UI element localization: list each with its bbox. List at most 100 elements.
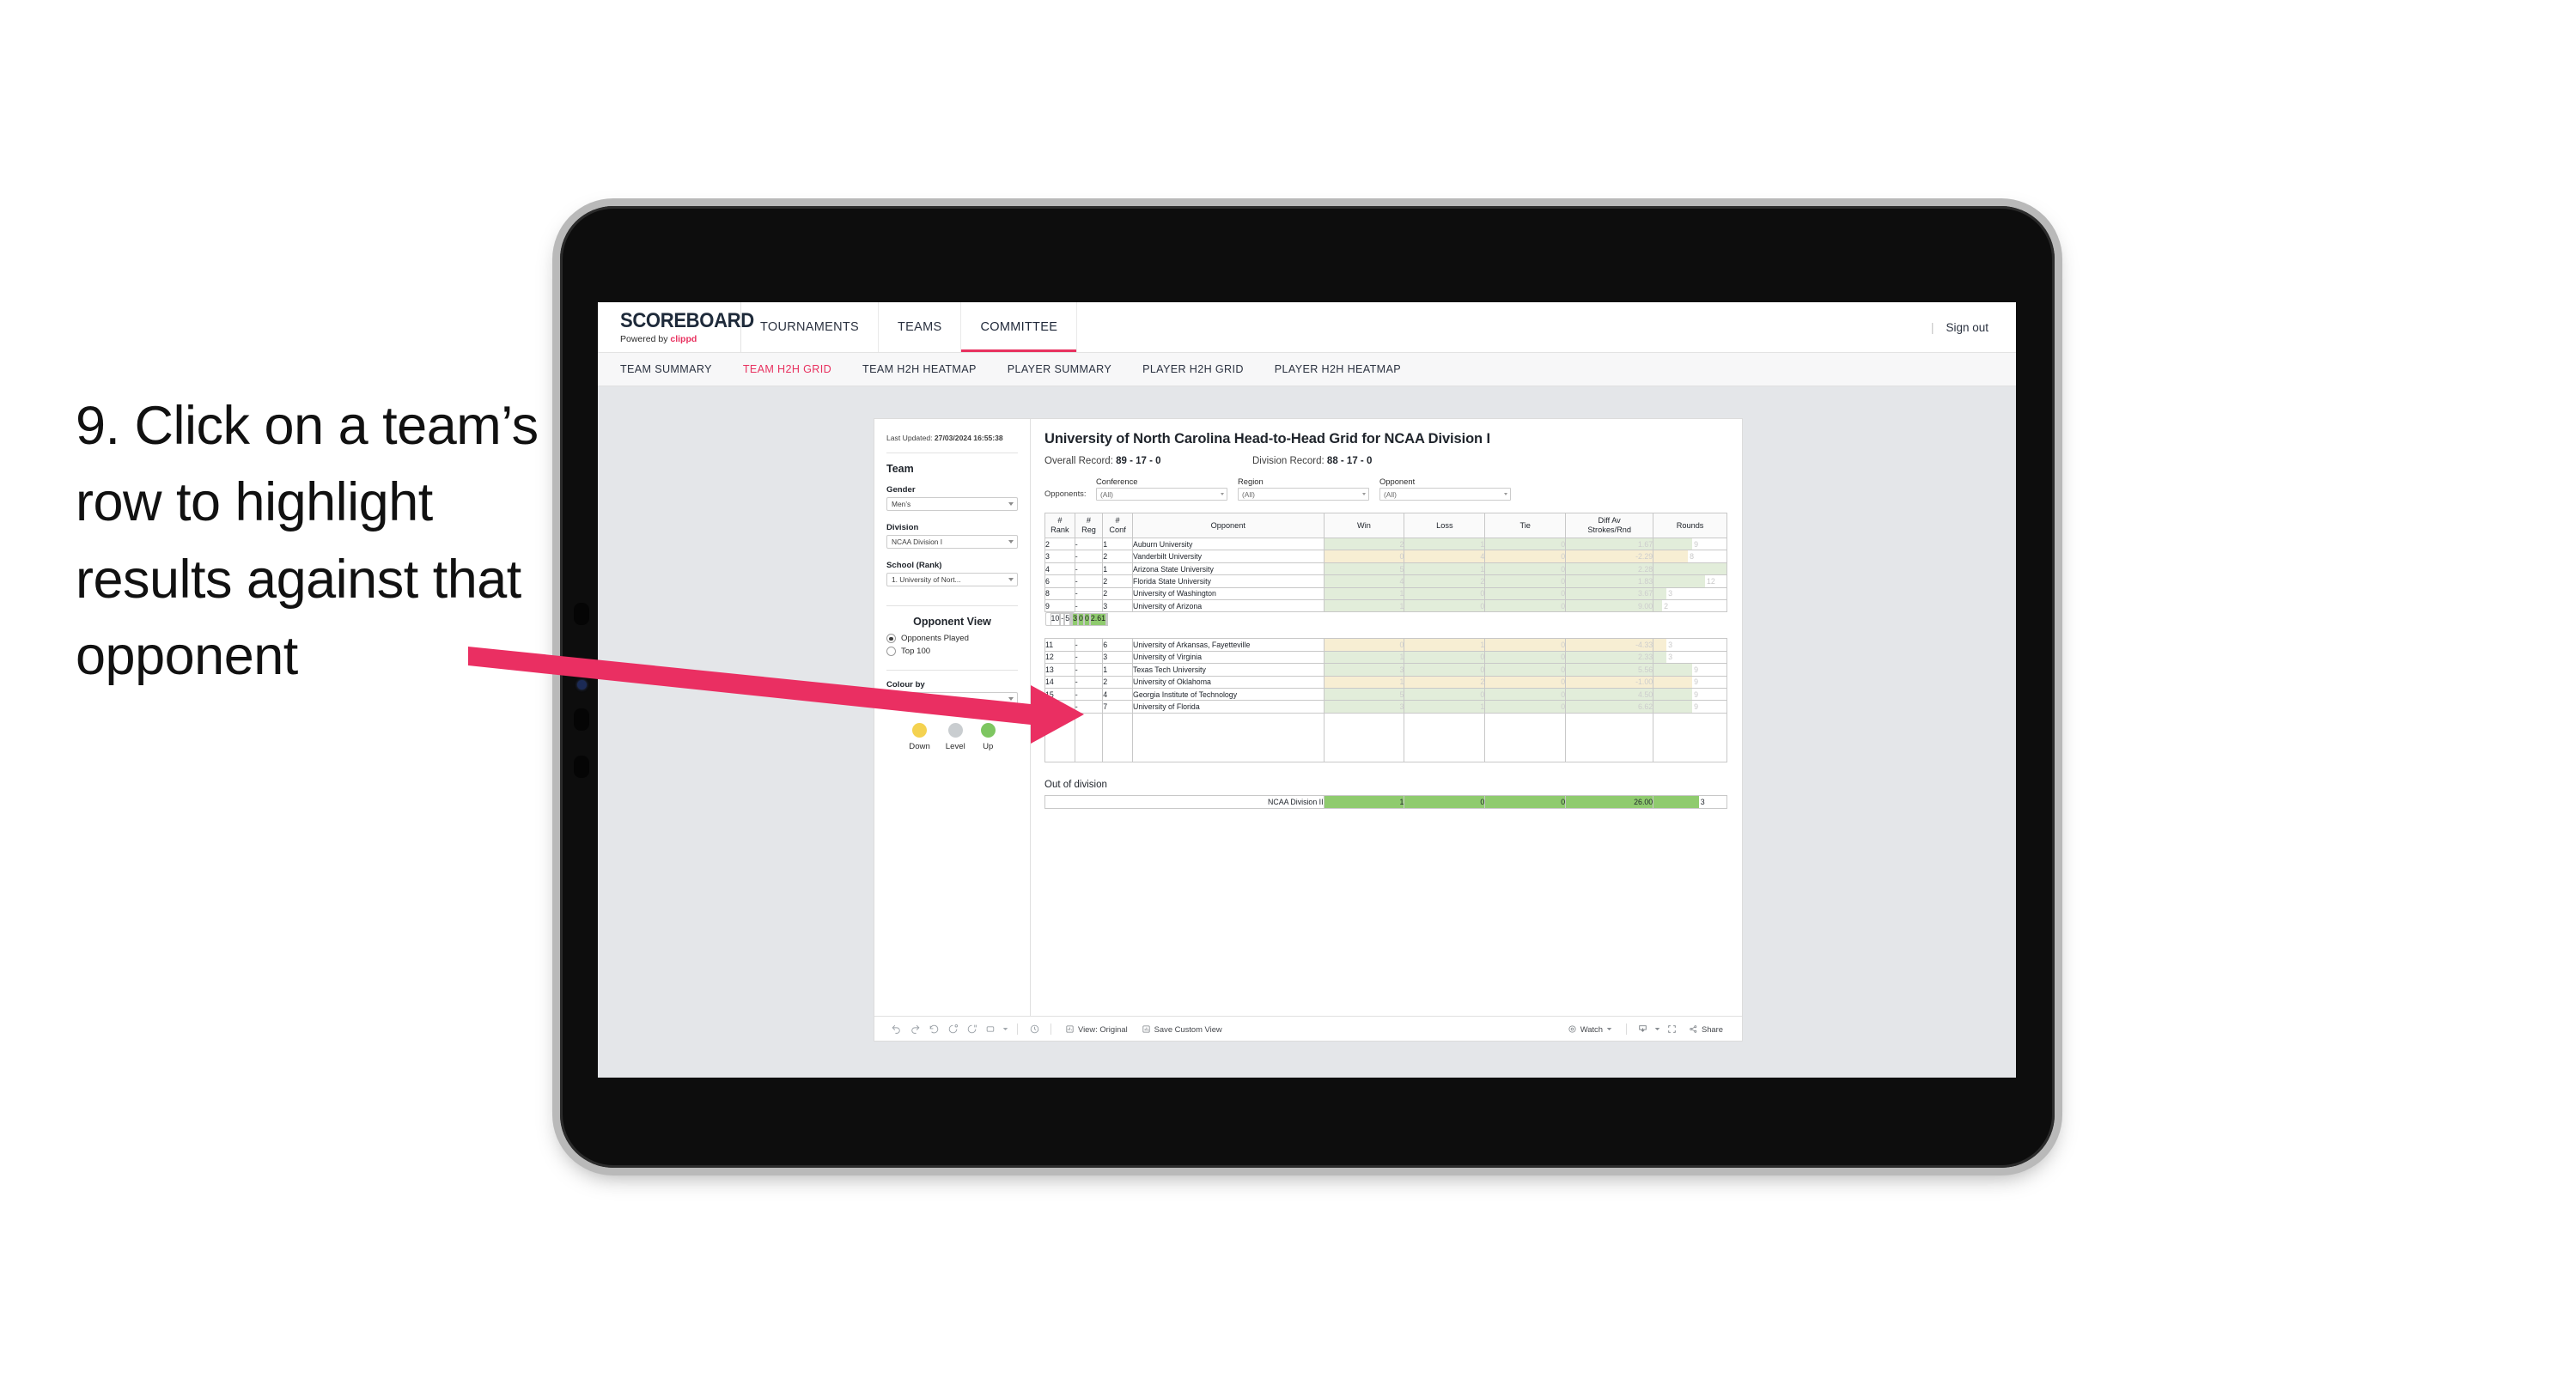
tab-team-h2h-grid[interactable]: TEAM H2H GRID	[743, 363, 831, 375]
view-original-button[interactable]: View: Original	[1058, 1024, 1135, 1034]
gender-select[interactable]: Men’s	[886, 497, 1018, 512]
tab-team-h2h-heatmap[interactable]: TEAM H2H HEATMAP	[862, 363, 977, 375]
table-row[interactable]: 2-1 Auburn University 2 1 0 1.67 9	[1044, 538, 1727, 551]
cell-diff: -1.00	[1565, 675, 1654, 689]
col-diff: Diff Av Strokes/Rnd	[1565, 512, 1654, 539]
table-row[interactable]: 6-2 Florida State University 4 2 0 1.83 12	[1044, 574, 1727, 588]
gender-label: Gender	[886, 485, 916, 495]
save-custom-view-label: Save Custom View	[1154, 1024, 1222, 1034]
cell-loss: 1	[1404, 562, 1486, 576]
clock-icon[interactable]	[1025, 1019, 1044, 1038]
chevron-down-icon[interactable]	[1653, 1019, 1663, 1038]
legend-dot-down	[912, 723, 928, 738]
filter-opponent-select[interactable]: (All)	[1379, 488, 1511, 501]
cell-rank: 9	[1044, 599, 1075, 613]
rect-select-icon[interactable]	[981, 1019, 1000, 1038]
logo-tagline-brand: clippd	[670, 333, 697, 344]
col-opponent: Opponent	[1131, 512, 1325, 539]
download-icon[interactable]	[1634, 1019, 1653, 1038]
app-logo[interactable]: SCOREBOARD Powered by clippd	[598, 302, 754, 352]
toolbar-divider-1	[1017, 1023, 1018, 1035]
table-row[interactable]: 8-2 University of Washington 1 0 0 3.67 3	[1044, 586, 1727, 601]
filters-sidebar: Last Updated: 27/03/2024 16:55:38 Team G…	[874, 419, 1031, 1016]
table-row[interactable]: 9-3 University of Arizona 1 0 0 9.00 2	[1044, 599, 1727, 613]
filter-conference: Conference (All)	[1096, 477, 1227, 501]
refresh-icon[interactable]	[943, 1019, 962, 1038]
pause-icon[interactable]	[962, 1019, 981, 1038]
cell-rank: 6	[1044, 574, 1075, 588]
cell-opponent: Vanderbilt University	[1131, 550, 1325, 563]
cell-diff: -4.33	[1565, 638, 1654, 652]
table-row[interactable]: 3-2 Vanderbilt University 0 4 0 -2.29 8	[1044, 550, 1727, 563]
school-rank-select[interactable]: 1. University of Nort...	[886, 573, 1018, 587]
cell-rounds: 9	[1653, 663, 1727, 677]
cell-rounds: 9	[1653, 700, 1727, 714]
cell-rounds: 3	[1653, 586, 1727, 601]
table-row[interactable]: 4-1Arizona State University5102.2817	[1044, 562, 1727, 576]
sub-nav: TEAM SUMMARY TEAM H2H GRID TEAM H2H HEAT…	[598, 353, 2016, 386]
redo-icon[interactable]	[905, 1019, 924, 1038]
rounds-bar	[1653, 689, 1693, 700]
table-row[interactable]: 11-6 University of Arkansas, Fayetteville…	[1044, 638, 1727, 652]
cell-conf: 2	[1102, 675, 1133, 689]
radio-opponents-played-label: Opponents Played	[901, 634, 969, 644]
cell-opponent: Arizona State University	[1131, 562, 1325, 576]
overall-record-value: 89 - 17 - 0	[1116, 456, 1161, 466]
nav-item-teams[interactable]: TEAMS	[879, 302, 962, 352]
cell-conf: 4	[1102, 687, 1133, 702]
toolbar-divider-3	[1625, 1023, 1627, 1035]
table-row[interactable]: 15-4 Georgia Institute of Technology 5 0 0 4.…	[1044, 687, 1727, 702]
cell-opponent: University of Arkansas, Fayetteville	[1131, 638, 1325, 652]
cell-rounds: 8	[1653, 550, 1727, 563]
out-of-division-title: Out of division	[1044, 779, 1107, 790]
tab-player-summary[interactable]: PLAYER SUMMARY	[1008, 363, 1111, 375]
cell-diff: 2.61	[1089, 612, 1106, 627]
cell-reg: -	[1074, 687, 1104, 702]
table-row[interactable]: 13-1 Texas Tech University 3 0 0 5.56 9	[1044, 663, 1727, 677]
colour-by-select[interactable]: Win/loss	[886, 692, 1018, 707]
overall-record-label: Overall Record:	[1044, 456, 1117, 466]
filter-opponent-value: (All)	[1384, 489, 1397, 499]
table-row[interactable]: 10-5University of Alabama3002.618	[1044, 612, 1108, 627]
tab-team-summary[interactable]: TEAM SUMMARY	[620, 363, 712, 375]
cell-opponent: University of Florida	[1131, 700, 1325, 714]
cell-rounds: 8	[1105, 612, 1108, 627]
ood-cell-loss: 0	[1404, 794, 1486, 809]
legend-label-up: Up	[983, 742, 994, 752]
out-of-division-row[interactable]: NCAA Division II 1 0 0 26.00 3	[1044, 794, 1727, 809]
cell-rank: 4	[1044, 562, 1075, 576]
table-row[interactable]: 14-2 University of Oklahoma 1 2 0 -1.00 9	[1044, 675, 1727, 689]
revert-icon[interactable]	[924, 1019, 943, 1038]
cell-diff: 4.50	[1565, 687, 1654, 702]
nav-item-committee[interactable]: COMMITTEE	[961, 302, 1078, 352]
instruction-caption: 9. Click on a team’s row to highlight re…	[76, 396, 539, 687]
chevron-down-icon[interactable]	[1000, 1019, 1010, 1038]
last-updated-label: Last Updated:	[886, 434, 935, 442]
legend-label-level: Level	[945, 742, 965, 752]
app-header: SCOREBOARD Powered by clippd TOURNAMENTS…	[598, 302, 2016, 353]
filter-conference-select[interactable]: (All)	[1096, 488, 1227, 501]
watch-button[interactable]: Watch	[1561, 1024, 1619, 1034]
fullscreen-icon[interactable]	[1663, 1019, 1682, 1038]
undo-icon[interactable]	[886, 1019, 905, 1038]
grid-spacer-row	[1044, 712, 1727, 762]
filter-region-select[interactable]: (All)	[1238, 488, 1369, 501]
tab-player-h2h-grid[interactable]: PLAYER H2H GRID	[1142, 363, 1244, 375]
cell-reg: -	[1074, 574, 1104, 588]
table-row[interactable]: 16-7 University of Florida 3 1 0 6.62 9	[1044, 700, 1727, 714]
division-select[interactable]: NCAA Division I	[886, 535, 1018, 550]
chevron-down-icon	[1606, 1027, 1612, 1030]
radio-top-100-label: Top 100	[901, 647, 931, 657]
cell-opponent: University of Virginia	[1131, 650, 1325, 665]
gender-select-value: Men’s	[892, 500, 911, 509]
share-button[interactable]: Share	[1682, 1024, 1730, 1034]
radio-top-100[interactable]: Top 100	[886, 647, 1018, 657]
tab-player-h2h-heatmap[interactable]: PLAYER H2H HEATMAP	[1275, 363, 1401, 375]
save-custom-view-button[interactable]: Save Custom View	[1135, 1024, 1229, 1034]
head-to-head-grid: # Rank # Reg # Conf Opponent Win Loss Tie D…	[1044, 512, 1727, 762]
cell-loss: 1	[1404, 700, 1486, 714]
radio-opponents-played[interactable]: Opponents Played	[886, 634, 1018, 644]
table-row[interactable]: 12-3 University of Virginia 1 0 0 2.33 3	[1044, 650, 1727, 665]
nav-item-tournaments[interactable]: TOURNAMENTS	[741, 302, 880, 352]
signout-link[interactable]: Sign out	[1946, 321, 1988, 334]
